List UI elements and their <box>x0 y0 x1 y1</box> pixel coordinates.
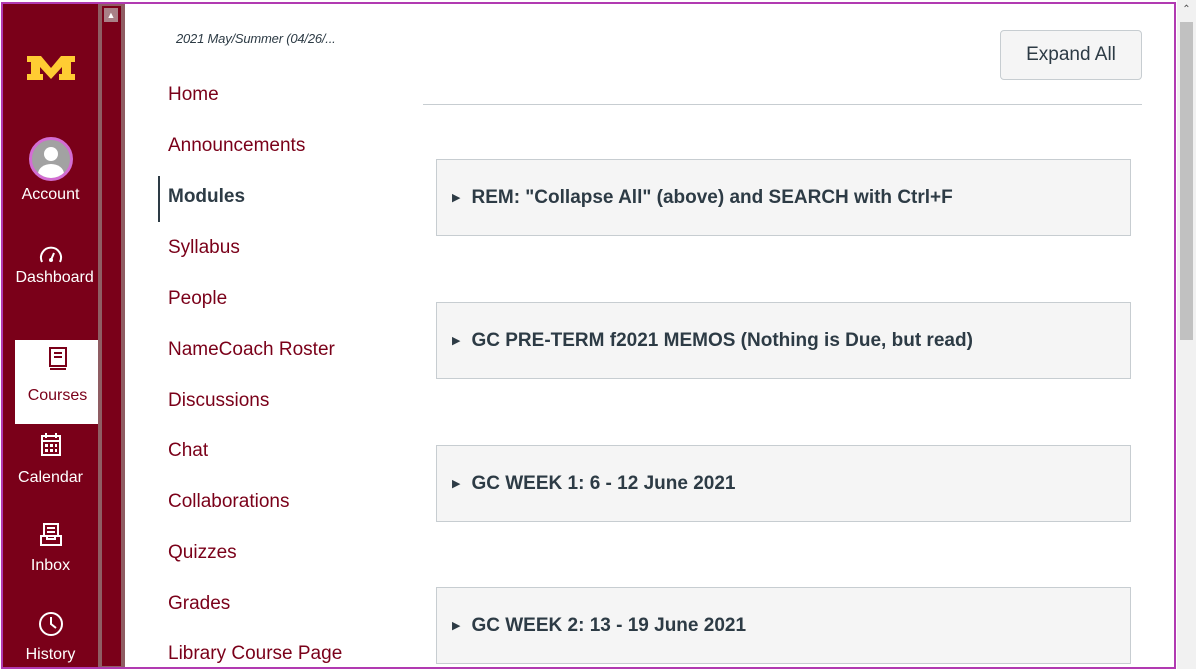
expand-all-button[interactable]: Expand All <box>1000 30 1142 80</box>
nav-courses[interactable]: Courses <box>15 340 100 424</box>
active-indicator <box>158 176 160 222</box>
app-window: Account Dashboard Courses Calendar Inbox… <box>0 0 1196 669</box>
clock-icon <box>38 612 63 636</box>
course-nav-library-course-page[interactable]: Library Course Page <box>168 643 342 665</box>
nav-history-label: History <box>25 646 76 663</box>
dashboard-gauge-icon <box>39 246 62 263</box>
course-nav-modules[interactable]: Modules <box>168 186 245 208</box>
inbox-icon <box>39 523 62 546</box>
scroll-up-arrow-icon[interactable]: ▲ <box>104 8 118 22</box>
nav-dashboard[interactable]: Dashboard <box>3 244 98 287</box>
expand-triangle-icon: ▶ <box>452 478 461 490</box>
course-nav-grades[interactable]: Grades <box>168 593 230 615</box>
course-nav-collaborations[interactable]: Collaborations <box>168 491 289 513</box>
module-title: GC WEEK 2: 13 - 19 June 2021 <box>471 614 747 636</box>
nav-inbox-label: Inbox <box>30 557 71 574</box>
module-title: GC WEEK 1: 6 - 12 June 2021 <box>471 472 736 494</box>
course-nav-people[interactable]: People <box>168 288 227 310</box>
nav-courses-label: Courses <box>27 387 88 404</box>
expand-triangle-icon: ▶ <box>452 620 461 632</box>
global-nav-scroll-thumb[interactable] <box>102 6 121 666</box>
global-nav-scrollbar[interactable]: ▲ <box>98 4 125 669</box>
calendar-icon <box>40 433 61 456</box>
term-label: 2021 May/Summer (04/26/... <box>176 31 336 46</box>
page-scrollbar[interactable]: ⌃ <box>1177 0 1196 669</box>
course-nav-discussions[interactable]: Discussions <box>168 390 269 412</box>
course-nav-namecoach-roster[interactable]: NameCoach Roster <box>168 339 335 361</box>
nav-account-label: Account <box>21 186 80 203</box>
module-header[interactable]: ▶ GC WEEK 2: 13 - 19 June 2021 <box>436 587 1131 664</box>
global-nav: Account Dashboard Courses Calendar Inbox… <box>3 4 100 669</box>
header-divider <box>423 104 1142 105</box>
scroll-up-arrow-icon[interactable]: ⌃ <box>1180 3 1193 16</box>
nav-inbox[interactable]: Inbox <box>3 522 98 575</box>
user-avatar-icon <box>28 137 73 181</box>
university-m-logo[interactable] <box>27 50 75 87</box>
expand-triangle-icon: ▶ <box>452 192 461 204</box>
module-header[interactable]: ▶ REM: "Collapse All" (above) and SEARCH… <box>436 159 1131 236</box>
page-scroll-thumb[interactable] <box>1180 22 1193 340</box>
book-icon <box>48 347 67 370</box>
module-header[interactable]: ▶ GC WEEK 1: 6 - 12 June 2021 <box>436 445 1131 522</box>
course-nav-announcements[interactable]: Announcements <box>168 135 305 157</box>
expand-triangle-icon: ▶ <box>452 335 461 347</box>
course-nav-home[interactable]: Home <box>168 84 219 106</box>
course-nav-syllabus[interactable]: Syllabus <box>168 237 240 259</box>
module-title: GC PRE-TERM f2021 MEMOS (Nothing is Due,… <box>471 329 973 351</box>
module-title: REM: "Collapse All" (above) and SEARCH w… <box>471 186 953 208</box>
nav-calendar[interactable]: Calendar <box>3 432 98 487</box>
nav-calendar-label: Calendar <box>18 469 83 486</box>
module-header[interactable]: ▶ GC PRE-TERM f2021 MEMOS (Nothing is Du… <box>436 302 1131 379</box>
course-nav-chat[interactable]: Chat <box>168 440 208 462</box>
course-nav-quizzes[interactable]: Quizzes <box>168 542 237 564</box>
nav-history[interactable]: History <box>3 611 98 664</box>
nav-account[interactable]: Account <box>3 137 98 204</box>
nav-dashboard-label: Dashboard <box>15 269 94 286</box>
